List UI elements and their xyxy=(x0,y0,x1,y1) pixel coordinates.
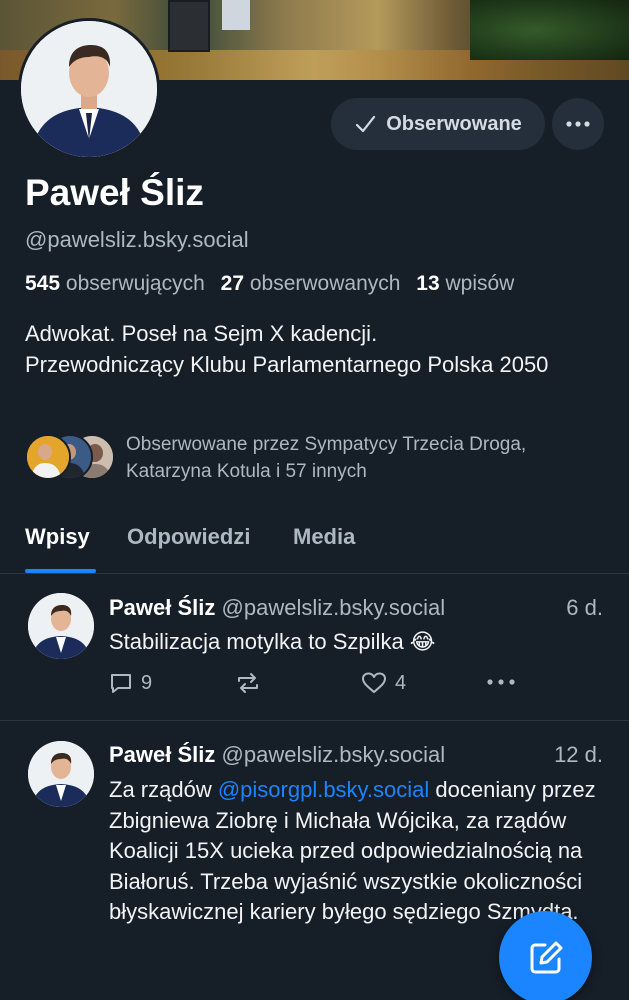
post-author-handle[interactable]: @pawelsliz.bsky.social xyxy=(222,742,446,767)
more-dots-icon xyxy=(487,679,515,685)
post-author-name[interactable]: Paweł Śliz xyxy=(109,595,215,620)
post-author-avatar[interactable] xyxy=(28,593,94,659)
post-time[interactable]: 6 d. xyxy=(566,595,603,621)
following-stat[interactable]: 27 obserwowanych xyxy=(221,272,401,295)
followers-count: 545 xyxy=(25,272,61,295)
post-text-part: Za rządów xyxy=(109,777,218,802)
person-photo-icon xyxy=(21,21,157,157)
follower-avatar xyxy=(25,434,71,480)
followers-label: obserwujących xyxy=(65,272,205,295)
repost-icon xyxy=(238,673,258,693)
bio-line-2: Przewodniczący Klubu Parlamentarnego Pol… xyxy=(25,352,549,377)
post-meta: Paweł Śliz @pawelsliz.bsky.social xyxy=(109,742,445,768)
person-photo-icon xyxy=(28,741,94,807)
check-icon xyxy=(356,115,376,133)
person-photo-icon xyxy=(28,593,94,659)
reply-icon xyxy=(111,674,131,693)
reply-count: 9 xyxy=(141,671,153,694)
profile-name: Paweł Śliz xyxy=(25,172,204,213)
post-mention-link[interactable]: @pisorgpl.bsky.social xyxy=(218,777,429,802)
compose-icon xyxy=(530,941,562,973)
heart-icon xyxy=(362,672,386,693)
following-label: obserwowanych xyxy=(249,272,401,295)
followed-by-text[interactable]: Obserwowane przez Sympatycy Trzecia Drog… xyxy=(126,431,616,485)
banner-door xyxy=(168,0,210,52)
tab-replies[interactable]: Odpowiedzi xyxy=(127,524,250,550)
more-dots-icon xyxy=(566,121,590,127)
like-button[interactable]: 4 xyxy=(361,671,406,695)
following-button[interactable]: Obserwowane xyxy=(331,98,545,150)
posts-label: wpisów xyxy=(445,272,515,295)
banner-tree xyxy=(470,0,629,60)
following-count: 27 xyxy=(220,272,244,295)
compose-button[interactable] xyxy=(499,911,592,1000)
post-time[interactable]: 12 d. xyxy=(554,742,603,768)
profile-stats: 545 obserwujących 27 obserwowanych 13 wp… xyxy=(25,272,514,296)
post-text: Za rządów @pisorgpl.bsky.social docenian… xyxy=(109,775,601,928)
reply-button[interactable]: 9 xyxy=(109,671,152,695)
post-author-avatar[interactable] xyxy=(28,741,94,807)
bio-line-1: Adwokat. Poseł na Sejm X kadencji. xyxy=(25,321,378,346)
repost-button[interactable] xyxy=(235,671,261,695)
followers-stat[interactable]: 545 obserwujących xyxy=(25,272,205,295)
post-author-name[interactable]: Paweł Śliz xyxy=(109,742,215,767)
followed-by-avatars[interactable] xyxy=(25,434,115,480)
post-meta: Paweł Śliz @pawelsliz.bsky.social xyxy=(109,595,445,621)
banner-house xyxy=(222,0,250,30)
tab-posts[interactable]: Wpisy xyxy=(25,524,90,550)
post-text: Stabilizacja motylka to Szpilka 😂 xyxy=(109,629,436,654)
profile-avatar[interactable] xyxy=(18,18,160,160)
post-author-handle[interactable]: @pawelsliz.bsky.social xyxy=(222,595,446,620)
posts-count: 13 xyxy=(416,272,440,295)
profile-tabs: Wpisy Odpowiedzi Media xyxy=(0,520,629,574)
profile-bio: Adwokat. Poseł na Sejm X kadencji. Przew… xyxy=(25,318,615,380)
active-tab-indicator xyxy=(25,569,96,573)
posts-stat: 13 wpisów xyxy=(416,272,514,295)
profile-more-button[interactable] xyxy=(552,98,604,150)
post-more-button[interactable] xyxy=(487,679,515,685)
profile-handle: @pawelsliz.bsky.social xyxy=(25,227,249,252)
like-count: 4 xyxy=(395,671,407,694)
following-button-label: Obserwowane xyxy=(386,112,522,135)
tab-media[interactable]: Media xyxy=(293,524,355,550)
post-actions: 9 4 xyxy=(109,671,609,701)
post-item[interactable]: Paweł Śliz @pawelsliz.bsky.social 6 d. S… xyxy=(0,575,629,720)
